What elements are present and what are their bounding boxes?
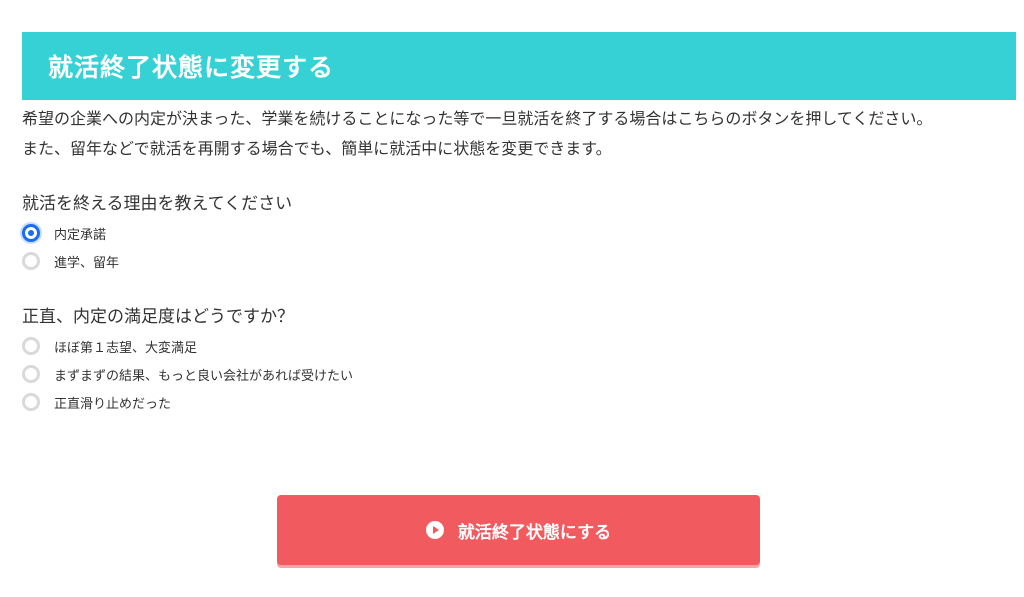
question-reason-label: 就活を終える理由を教えてください bbox=[22, 194, 293, 214]
end-job-hunting-panel: 就活終了状態に変更する 希望の企業への内定が決まった、学業を続けることになった等… bbox=[22, 32, 1016, 416]
panel-header: 就活終了状態に変更する bbox=[22, 32, 1016, 100]
radio-option-offer-accepted[interactable]: 内定承諾 bbox=[22, 219, 1016, 247]
submit-button-label: 就活終了状態にする bbox=[457, 522, 612, 543]
radio-option-label[interactable]: ほぼ第１志望、大変満足 bbox=[54, 337, 197, 356]
radio-option-label[interactable]: 進学、留年 bbox=[54, 252, 119, 271]
radio-button[interactable] bbox=[22, 337, 40, 355]
play-icon bbox=[425, 521, 444, 539]
satisfaction-radio-group: ほぼ第１志望、大変満足 まずまずの結果、もっと良い会社があれば受けたい 正直滑り… bbox=[22, 332, 1016, 416]
question-satisfaction-label: 正直、内定の満足度はどうですか？ bbox=[22, 307, 294, 327]
radio-option-label[interactable]: 内定承諾 bbox=[54, 224, 106, 243]
radio-button[interactable] bbox=[22, 393, 40, 411]
radio-option-label[interactable]: 正直滑り止めだった bbox=[54, 393, 171, 412]
radio-option-very-satisfied[interactable]: ほぼ第１志望、大変満足 bbox=[22, 332, 1016, 360]
reason-radio-group: 内定承諾 進学、留年 bbox=[22, 219, 1016, 275]
radio-option-safety-choice[interactable]: 正直滑り止めだった bbox=[22, 388, 1016, 416]
submit-button-wrapper: 就活終了状態にする bbox=[277, 495, 760, 565]
description-line-2: また、留年などで就活を再開する場合でも、簡単に就活中に状態を変更できます。 bbox=[22, 139, 612, 158]
radio-option-moderately-satisfied[interactable]: まずまずの結果、もっと良い会社があれば受けたい bbox=[22, 360, 1016, 388]
page-title: 就活終了状態に変更する bbox=[48, 53, 335, 82]
radio-option-further-study[interactable]: 進学、留年 bbox=[22, 247, 1016, 275]
radio-button[interactable] bbox=[22, 252, 40, 270]
radio-button-checked[interactable] bbox=[22, 224, 40, 242]
description: 希望の企業への内定が決まった、学業を続けることになった等で一旦就活を終了する場合… bbox=[22, 104, 1016, 164]
radio-button[interactable] bbox=[22, 365, 40, 383]
description-line-1: 希望の企業への内定が決まった、学業を続けることになった等で一旦就活を終了する場合… bbox=[22, 109, 933, 128]
end-job-hunting-button[interactable]: 就活終了状態にする bbox=[277, 495, 760, 565]
radio-option-label[interactable]: まずまずの結果、もっと良い会社があれば受けたい bbox=[54, 365, 353, 384]
